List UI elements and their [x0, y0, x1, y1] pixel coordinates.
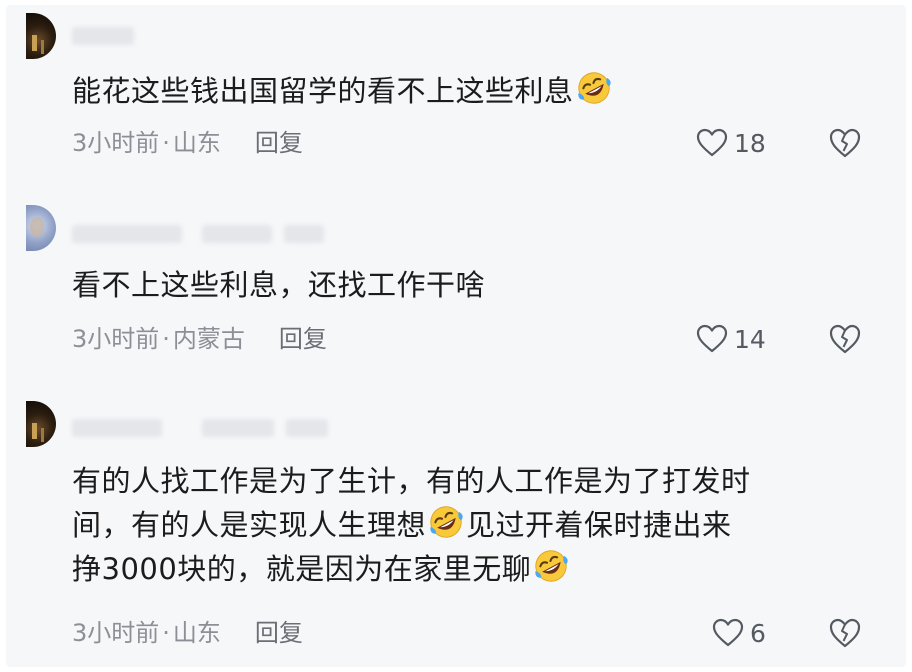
heart-outline-icon	[696, 324, 728, 354]
username-blurred	[284, 225, 324, 243]
avatar[interactable]	[26, 13, 56, 59]
broken-heart-outline-icon	[828, 617, 862, 649]
reply-button[interactable]: 回复	[255, 125, 303, 161]
comment-text: 看不上这些利息，还找工作干啥	[72, 263, 872, 307]
comment-text-part: 间，有的人是实现人生理想	[72, 508, 427, 542]
like-button[interactable]: 14	[696, 319, 766, 359]
broken-heart-outline-icon	[828, 127, 862, 159]
location: 山东	[172, 129, 221, 157]
heart-outline-icon	[696, 128, 728, 158]
like-count: 14	[734, 324, 766, 354]
dislike-button[interactable]	[826, 321, 864, 357]
rolling-on-floor-laughing-emoji-icon	[532, 547, 570, 585]
comment-text-part: 能花这些钱出国留学的看不上这些利息	[72, 74, 574, 108]
reply-button[interactable]: 回复	[279, 321, 327, 357]
comment-text-line: 有的人找工作是为了生计，有的人工作是为了打发时	[72, 464, 751, 498]
username-blurred	[72, 419, 162, 437]
comment-list: 能花这些钱出国留学的看不上这些利息 3小时前 · 山东 回复 18 看不上这些利…	[6, 5, 906, 667]
username-blurred	[286, 419, 328, 437]
comment-text: 能花这些钱出国留学的看不上这些利息	[72, 69, 872, 113]
location: 内蒙古	[172, 325, 245, 353]
location: 山东	[172, 619, 221, 647]
timestamp: 3小时前	[72, 129, 160, 157]
reply-button[interactable]: 回复	[255, 615, 303, 651]
comment-text-part: 挣3000块的，就是因为在家里无聊	[72, 552, 532, 586]
username-blurred	[202, 225, 272, 243]
heart-outline-icon	[712, 618, 744, 648]
like-count: 6	[750, 618, 766, 648]
like-count: 18	[734, 128, 766, 158]
comment-meta: 3小时前 · 内蒙古 回复	[72, 321, 327, 357]
avatar[interactable]	[26, 401, 56, 447]
avatar[interactable]	[26, 205, 56, 251]
like-button[interactable]: 6	[712, 613, 766, 653]
like-button[interactable]: 18	[696, 123, 766, 163]
comment-text-line: 挣3000块的，就是因为在家里无聊	[72, 547, 872, 591]
separator-dot: ·	[162, 325, 170, 353]
comment-text-line: 间，有的人是实现人生理想 见过开着保时捷出来	[72, 503, 872, 547]
username-blurred	[72, 225, 182, 243]
comment-text: 有的人找工作是为了生计，有的人工作是为了打发时 间，有的人是实现人生理想 见过开着…	[72, 459, 872, 591]
rolling-on-floor-laughing-emoji-icon	[575, 69, 613, 107]
username-blurred	[202, 419, 274, 437]
separator-dot: ·	[162, 129, 170, 157]
broken-heart-outline-icon	[828, 323, 862, 355]
dislike-button[interactable]	[826, 125, 864, 161]
timestamp: 3小时前	[72, 619, 160, 647]
rolling-on-floor-laughing-emoji-icon	[427, 503, 465, 541]
separator-dot: ·	[162, 619, 170, 647]
comment-text-part: 看不上这些利息，还找工作干啥	[72, 268, 486, 302]
comment-text-part: 见过开着保时捷出来	[466, 508, 732, 542]
username-blurred	[72, 27, 134, 45]
dislike-button[interactable]	[826, 615, 864, 651]
comment-meta: 3小时前 · 山东 回复	[72, 615, 303, 651]
timestamp: 3小时前	[72, 325, 160, 353]
comment-meta: 3小时前 · 山东 回复	[72, 125, 303, 161]
